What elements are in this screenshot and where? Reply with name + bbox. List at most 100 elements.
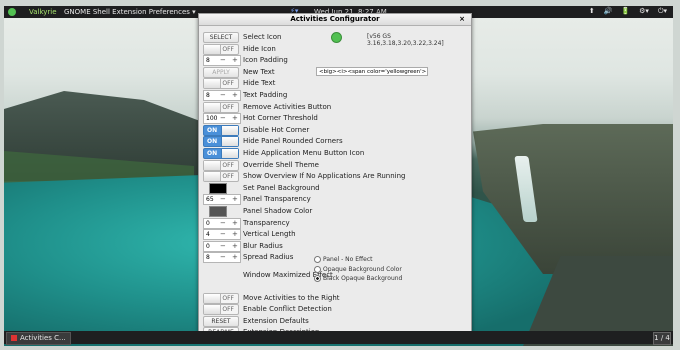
radio-option[interactable]: Panel - No Effect [314, 256, 373, 263]
setting-row: 100− + Hot Corner Threshold [201, 113, 469, 125]
toggle-knob [221, 125, 238, 135]
action-button[interactable]: SELECT [203, 32, 239, 43]
setting-row: 0 − + Transparency [201, 217, 469, 229]
toggle-switch[interactable]: OFF [203, 78, 239, 90]
color-swatch[interactable] [209, 182, 227, 194]
setting-label: Text Padding [243, 91, 288, 99]
minus-icon[interactable]: − [220, 91, 226, 99]
setting-row: OFF Override Shell Theme [201, 159, 469, 171]
number-spinner[interactable]: 0 − + [203, 240, 241, 252]
toggle-switch[interactable]: OFF [203, 101, 239, 113]
minus-icon[interactable]: − [220, 230, 226, 238]
plus-icon[interactable]: + [232, 195, 238, 203]
minus-icon[interactable]: − [220, 242, 226, 250]
number-spinner[interactable]: 100− + [203, 113, 241, 125]
plus-icon[interactable]: + [232, 91, 238, 99]
spinner-value[interactable]: 65 [206, 196, 214, 203]
activities-button[interactable]: Valkyrie [29, 8, 57, 16]
system-tray[interactable]: ⬆ 🔊 🔋 ⚙▾ ⏻▾ [589, 7, 667, 16]
app-window-icon [11, 335, 17, 341]
workspace-indicator[interactable]: 1 / 4 [653, 332, 671, 345]
spinner-value[interactable]: 100 [206, 115, 217, 122]
volume-icon[interactable]: 🔊 [604, 7, 613, 16]
minus-icon[interactable]: − [220, 56, 226, 64]
spinner-value[interactable]: 0 [206, 220, 210, 227]
number-spinner[interactable]: 0 − + [203, 217, 241, 229]
number-spinner[interactable]: 65− + [203, 194, 241, 206]
radio-option[interactable]: Opaque Background Color [314, 265, 402, 273]
setting-row: 0 − + Blur Radius [201, 240, 469, 252]
toggle-switch[interactable]: OFF [203, 292, 239, 304]
spinner-value[interactable]: 4 [206, 231, 210, 238]
toggle-switch[interactable]: OFF [203, 43, 239, 55]
power-icon[interactable]: ⏻▾ [658, 7, 667, 16]
taskbar-window-button[interactable]: Activities C... [6, 332, 71, 345]
radio-label: Black Opaque Background [323, 275, 403, 282]
plus-icon[interactable]: + [232, 56, 238, 64]
radio-option[interactable]: Black Opaque Background [314, 275, 402, 282]
minus-icon[interactable]: − [220, 195, 226, 203]
toggle-state: ON [207, 150, 218, 157]
toggle-switch[interactable]: ON [203, 124, 239, 136]
toggle-switch[interactable]: ON [203, 136, 239, 148]
setting-row: ON Hide Panel Rounded Corners [201, 136, 469, 148]
toggle-state: OFF [222, 80, 234, 88]
toggle-knob [204, 160, 221, 170]
setting-label: Set Panel Background [243, 183, 320, 192]
radio-button[interactable] [314, 256, 321, 263]
plus-icon[interactable]: + [232, 230, 238, 238]
number-spinner[interactable]: 8 − + [203, 252, 241, 264]
setting-row: OFF Hide Icon [201, 43, 469, 55]
settings-icon[interactable]: ⚙▾ [639, 7, 649, 16]
toggle-switch[interactable]: OFF [203, 304, 239, 316]
toggle-state: OFF [222, 45, 234, 53]
setting-row: Window Maximized Effect Panel - No Effect… [201, 256, 469, 282]
toggle-switch[interactable]: OFF [203, 159, 239, 171]
toggle-state: ON [207, 138, 218, 146]
setting-row: APPLY New Text <big><i><span color='yellow… [201, 66, 469, 78]
toggle-switch[interactable]: ON [203, 148, 239, 159]
number-spinner[interactable]: 8 − + [203, 55, 241, 67]
setting-row: SELECT Select Icon [v56 GS 3.16,3.18,3.20,… [201, 32, 469, 47]
minus-icon[interactable]: − [220, 253, 226, 261]
number-spinner[interactable]: 8 − + [203, 90, 241, 101]
toggle-state: OFF [222, 161, 234, 169]
radio-button[interactable] [314, 265, 321, 273]
plus-icon[interactable]: + [232, 242, 238, 250]
spinner-value[interactable]: 8 [206, 254, 210, 261]
setting-row: 4 − + Vertical Length [201, 229, 469, 241]
plus-icon[interactable]: + [232, 219, 238, 227]
battery-icon[interactable]: 🔋 [621, 7, 630, 16]
minus-icon[interactable]: − [220, 114, 226, 122]
action-button[interactable]: APPLY [203, 66, 239, 78]
action-button[interactable]: RESET [203, 315, 239, 327]
setting-row: OFF Show Overview If No Applications Are … [201, 171, 469, 183]
setting-label: Hide Icon [243, 44, 276, 53]
setting-label: Icon Padding [243, 56, 288, 65]
network-icon[interactable]: ⬆ [589, 7, 595, 16]
activities-logo-icon[interactable] [8, 8, 16, 16]
setting-label: Vertical Length [243, 230, 296, 239]
spinner-value[interactable]: 8 [206, 57, 210, 64]
setting-label: Enable Conflict Detection [243, 305, 332, 314]
toggle-state: OFF [222, 306, 234, 314]
toggle-switch[interactable]: OFF [203, 171, 239, 183]
new-text-input[interactable]: <big><i><span color='yellowgreen'> Val [316, 66, 428, 76]
color-swatch[interactable] [209, 206, 227, 217]
toggle-state: OFF [222, 294, 234, 302]
plus-icon[interactable]: + [232, 253, 238, 261]
minus-icon[interactable]: − [220, 219, 226, 227]
number-spinner[interactable]: 4 − + [203, 229, 241, 241]
app-menu[interactable]: GNOME Shell Extension Preferences ▾ [64, 8, 196, 16]
spinner-value[interactable]: 0 [206, 243, 210, 250]
toggle-state: OFF [222, 103, 234, 111]
radio-button[interactable] [314, 275, 321, 282]
bottom-taskbar: Activities C... 1 / 4 [4, 331, 673, 345]
setting-label: Extension Defaults [243, 316, 309, 325]
radio-label: Opaque Background Color [323, 265, 402, 273]
extension-icon [331, 32, 342, 43]
spinner-value[interactable]: 8 [206, 92, 210, 99]
toggle-knob [221, 149, 238, 158]
plus-icon[interactable]: + [232, 114, 238, 122]
close-icon[interactable]: × [459, 14, 465, 25]
